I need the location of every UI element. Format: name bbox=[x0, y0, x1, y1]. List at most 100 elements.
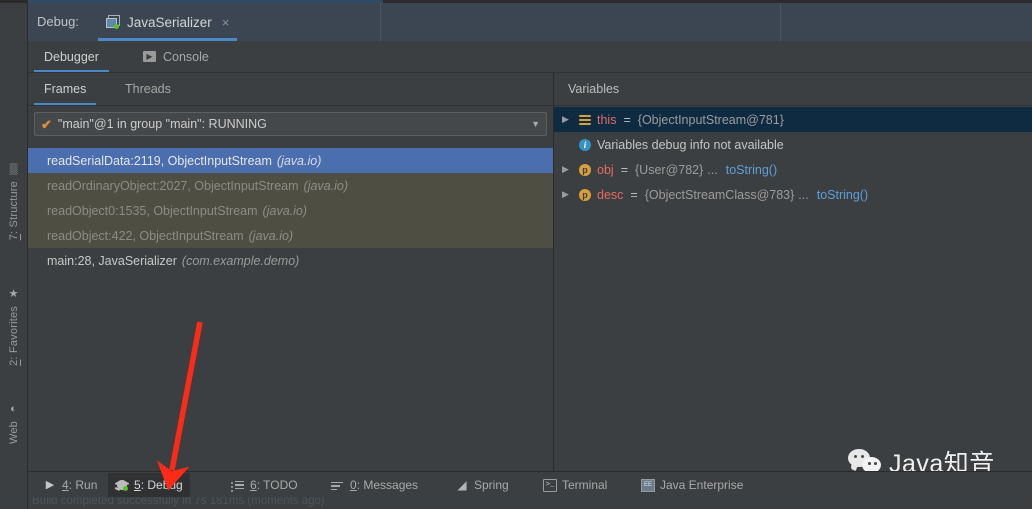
variable-name: desc bbox=[597, 187, 624, 202]
variable-ellipsis: ... bbox=[707, 162, 718, 177]
tool-button-spring-label: Spring bbox=[474, 478, 509, 492]
tab-frames[interactable]: Frames bbox=[34, 73, 97, 105]
info-icon: i bbox=[577, 138, 593, 152]
sidebar-item-favorites-label: 2: Favorites bbox=[7, 306, 20, 366]
variable-value: {User@782} bbox=[635, 162, 704, 177]
frame-method: readSerialData:2119, ObjectInputStream bbox=[47, 153, 272, 168]
variable-tostring-link[interactable]: toString() bbox=[817, 188, 868, 202]
messages-icon bbox=[331, 479, 345, 492]
tool-button-java-enterprise[interactable]: EE Java Enterprise bbox=[634, 473, 750, 497]
variables-tree[interactable]: ▶ this = {ObjectInputStream@781} ▶ i Var… bbox=[554, 107, 1032, 471]
frames-threads-tab-bar: Frames Threads bbox=[28, 73, 553, 106]
variables-tree-row[interactable]: ▶ p desc = {ObjectStreamClass@783} ... t… bbox=[554, 182, 1032, 207]
variables-debug-info-note: Variables debug info not available bbox=[597, 137, 784, 152]
close-icon[interactable]: × bbox=[222, 16, 230, 29]
tool-button-run[interactable]: ▶ 4: Run bbox=[36, 473, 104, 497]
debug-window-header: Debug: JavaSerializer × bbox=[28, 3, 1032, 41]
frames-list[interactable]: readSerialData:2119, ObjectInputStream (… bbox=[28, 148, 553, 471]
console-icon: ▶ bbox=[143, 51, 156, 62]
tool-button-todo[interactable]: 6: TODO bbox=[224, 473, 305, 497]
left-tool-strip: 7: Structure ▒ 2: Favorites ★ Web ◐ bbox=[0, 3, 28, 509]
tab-threads[interactable]: Threads bbox=[115, 73, 181, 105]
tool-button-terminal-label: Terminal bbox=[562, 478, 608, 492]
run-configuration-icon bbox=[106, 15, 121, 29]
sidebar-item-structure[interactable]: 7: Structure ▒ bbox=[0, 163, 27, 240]
chevron-right-icon[interactable]: ▶ bbox=[558, 165, 573, 174]
variables-tree-row: ▶ i Variables debug info not available bbox=[554, 132, 1032, 157]
thread-selector-value: "main"@1 in group "main": RUNNING bbox=[57, 117, 267, 131]
frames-list-item[interactable]: readObject:422, ObjectInputStream (java.… bbox=[28, 223, 553, 248]
variable-value: {ObjectStreamClass@783} bbox=[644, 187, 795, 202]
web-icon: ◐ bbox=[10, 403, 17, 415]
variable-ellipsis: ... bbox=[798, 187, 809, 202]
tab-threads-label: Threads bbox=[125, 82, 171, 96]
variable-name: obj bbox=[597, 162, 614, 177]
run-configuration-name: JavaSerializer bbox=[127, 14, 212, 30]
frame-package: (java.io) bbox=[303, 178, 348, 193]
chevron-right-icon[interactable]: ▶ bbox=[558, 190, 573, 199]
tab-debugger[interactable]: Debugger bbox=[34, 41, 109, 72]
frame-method: main:28, JavaSerializer bbox=[47, 253, 177, 268]
frame-method: readObject:422, ObjectInputStream bbox=[47, 228, 244, 243]
sidebar-item-web[interactable]: Web ◐ bbox=[0, 403, 27, 444]
variables-panel-title-label: Variables bbox=[568, 82, 620, 96]
debug-window-title: Debug: bbox=[37, 14, 79, 29]
tool-button-spring[interactable]: ◢ Spring bbox=[448, 473, 516, 497]
tool-button-debug-label: 5: Debug bbox=[134, 478, 183, 492]
variable-equals: = bbox=[620, 162, 628, 177]
tool-button-run-label: 4: Run bbox=[62, 478, 98, 492]
tab-console[interactable]: ▶ Console bbox=[133, 41, 219, 72]
frame-package: (java.io) bbox=[262, 203, 308, 218]
spring-leaf-icon: ◢ bbox=[457, 477, 467, 492]
java-enterprise-icon: EE bbox=[641, 478, 655, 492]
chevron-right-icon[interactable]: ▶ bbox=[558, 115, 573, 124]
tool-button-todo-label: 6: TODO bbox=[250, 478, 298, 492]
variables-tree-row[interactable]: ▶ p obj = {User@782} ... toString() bbox=[554, 157, 1032, 182]
run-icon: ▶ bbox=[45, 478, 55, 491]
variable-equals: = bbox=[623, 112, 631, 127]
frames-tab-underline bbox=[28, 105, 553, 106]
tool-button-debug[interactable]: 5: Debug bbox=[108, 473, 190, 497]
checkmark-icon: ✔ bbox=[41, 116, 52, 132]
frames-list-item[interactable]: readOrdinaryObject:2027, ObjectInputStre… bbox=[28, 173, 553, 198]
tool-button-messages[interactable]: 0: Messages bbox=[324, 473, 425, 497]
sidebar-item-web-label: Web bbox=[7, 421, 20, 445]
variable-name: this bbox=[597, 112, 617, 127]
sidebar-item-structure-label: 7: Structure bbox=[7, 181, 20, 241]
status-bar-text: Build completed successfully in 7s 181ms… bbox=[32, 497, 325, 507]
frame-package: (java.io) bbox=[276, 153, 322, 168]
status-bar: Build completed successfully in 7s 181ms… bbox=[28, 497, 1032, 509]
frames-list-item[interactable]: readSerialData:2119, ObjectInputStream (… bbox=[28, 148, 553, 173]
frame-method: readObject0:1535, ObjectInputStream bbox=[47, 203, 258, 218]
tool-button-java-enterprise-label: Java Enterprise bbox=[660, 478, 744, 492]
todo-list-icon bbox=[231, 479, 245, 492]
tab-console-label: Console bbox=[163, 49, 209, 64]
field-icon bbox=[577, 113, 593, 127]
frames-list-item[interactable]: main:28, JavaSerializer (com.example.dem… bbox=[28, 248, 553, 273]
frame-method: readOrdinaryObject:2027, ObjectInputStre… bbox=[47, 178, 299, 193]
variable-tostring-link[interactable]: toString() bbox=[726, 163, 777, 177]
idea-debug-window: 7: Structure ▒ 2: Favorites ★ Web ◐ Debu… bbox=[0, 0, 1032, 509]
tool-button-messages-label: 0: Messages bbox=[350, 478, 419, 492]
frame-package: (com.example.demo) bbox=[181, 253, 300, 268]
header-divider-left bbox=[380, 3, 381, 41]
run-configuration-tab[interactable]: JavaSerializer × bbox=[98, 3, 238, 41]
tool-button-terminal[interactable]: >_ Terminal bbox=[536, 473, 614, 497]
structure-icon: ▒ bbox=[9, 163, 18, 175]
bottom-tool-window-bar: ▶ 4: Run 5: Debug 6: TODO 0: Messages ◢ … bbox=[28, 471, 1032, 497]
variables-tree-row[interactable]: ▶ this = {ObjectInputStream@781} bbox=[554, 107, 1032, 132]
frames-list-item[interactable]: readObject0:1535, ObjectInputStream (jav… bbox=[28, 198, 553, 223]
variable-equals: = bbox=[630, 187, 638, 202]
tree-toggle-placeholder: ▶ bbox=[558, 140, 573, 149]
chevron-down-icon[interactable]: ▼ bbox=[531, 119, 540, 129]
parameter-icon: p bbox=[577, 188, 593, 202]
thread-selector-combo[interactable]: ✔ "main"@1 in group "main": RUNNING ▼ bbox=[34, 112, 547, 136]
debug-bug-icon bbox=[114, 479, 130, 492]
variable-value: {ObjectInputStream@781} bbox=[637, 112, 784, 127]
star-icon: ★ bbox=[8, 288, 19, 300]
variables-panel-title: Variables bbox=[554, 73, 1032, 106]
frame-package: (java.io) bbox=[248, 228, 294, 243]
header-divider-right bbox=[780, 3, 781, 41]
sidebar-item-favorites[interactable]: 2: Favorites ★ bbox=[0, 288, 27, 366]
tab-debugger-label: Debugger bbox=[44, 49, 99, 64]
